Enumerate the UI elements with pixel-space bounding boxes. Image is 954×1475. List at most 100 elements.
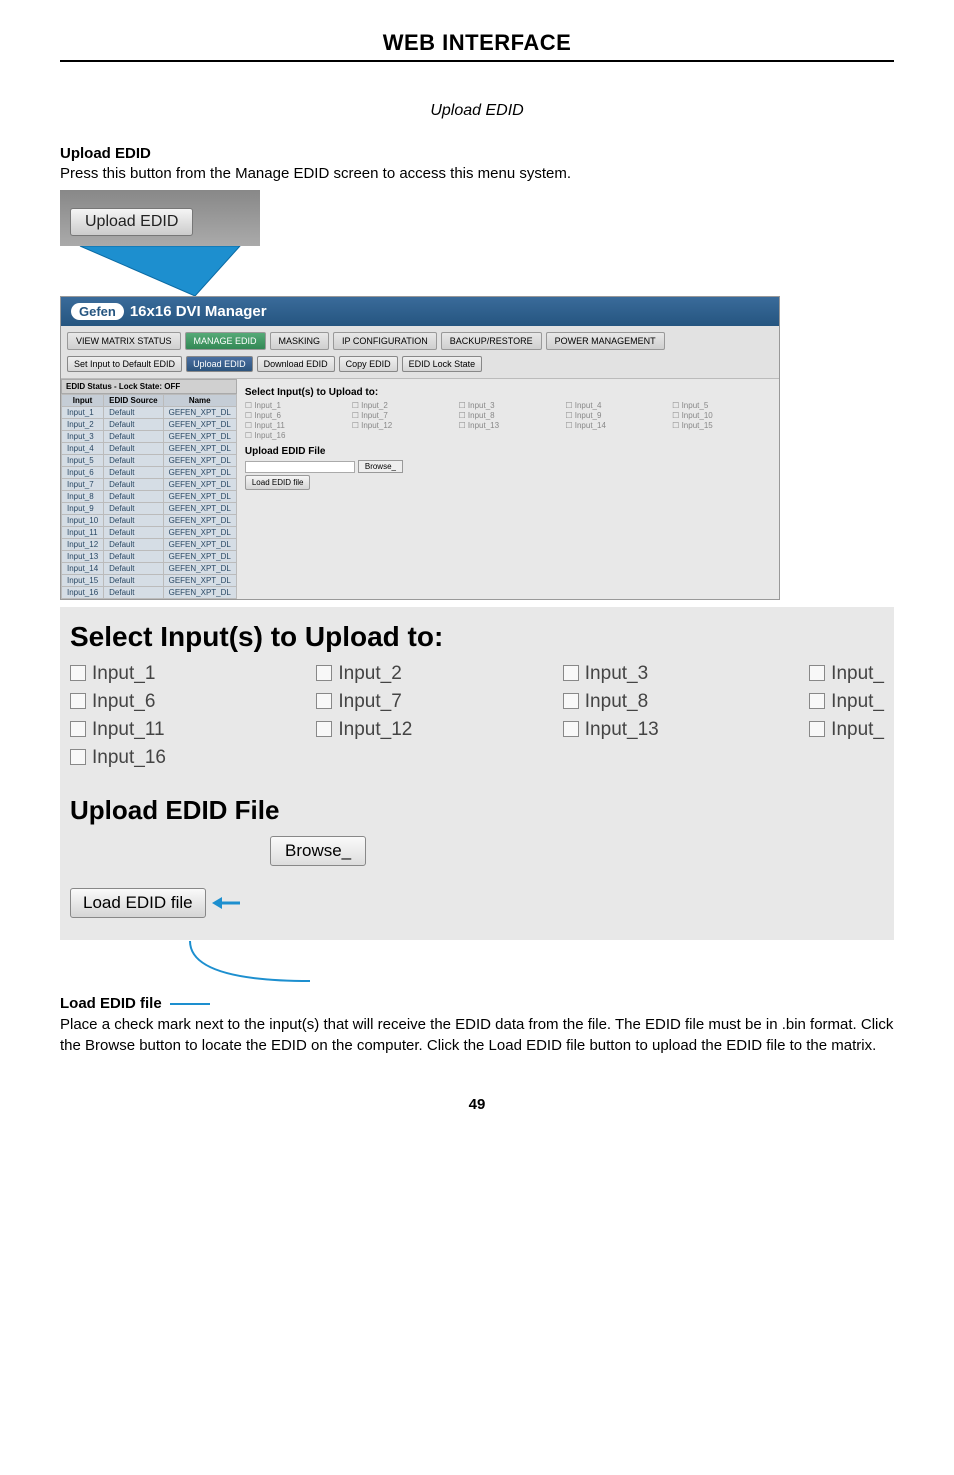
mini-checkbox[interactable]: Input_15	[672, 421, 771, 430]
pointer-arrow-icon	[60, 246, 260, 296]
table-cell: Input_1	[62, 407, 104, 419]
table-cell: GEFEN_XPT_DL	[163, 515, 236, 527]
th-name: Name	[163, 395, 236, 407]
mini-checkbox[interactable]: Input_2	[352, 401, 451, 410]
load-edid-file-button[interactable]: Load EDID file	[70, 888, 206, 918]
upload-edid-button[interactable]: Upload EDID	[70, 208, 193, 236]
table-row: Input_14DefaultGEFEN_XPT_DL	[62, 563, 237, 575]
mini-check-grid: Input_1Input_2Input_3Input_4Input_5Input…	[245, 401, 771, 440]
mini-checkbox[interactable]: Input_16	[245, 431, 344, 440]
mini-checkbox[interactable]: Input_5	[672, 401, 771, 410]
input-checkbox[interactable]: Input_1	[70, 663, 256, 685]
table-row: Input_5DefaultGEFEN_XPT_DL	[62, 455, 237, 467]
table-cell: GEFEN_XPT_DL	[163, 479, 236, 491]
arrow-left-icon	[212, 893, 242, 913]
table-cell: GEFEN_XPT_DL	[163, 575, 236, 587]
content-row: EDID Status - Lock State: OFF Input EDID…	[61, 379, 779, 599]
mini-checkbox[interactable]: Input_9	[565, 411, 664, 420]
table-cell: Default	[104, 539, 163, 551]
input-checkbox[interactable]: Input_13	[563, 719, 749, 741]
upload-chip-container: Upload EDID	[60, 190, 260, 246]
mini-checkbox[interactable]: Input_13	[459, 421, 558, 430]
tab-power-management[interactable]: POWER MANAGEMENT	[546, 332, 665, 350]
mini-checkbox[interactable]: Input_14	[565, 421, 664, 430]
table-cell: Input_3	[62, 431, 104, 443]
subtab-lock-state[interactable]: EDID Lock State	[402, 356, 483, 372]
mini-checkbox[interactable]: Input_12	[352, 421, 451, 430]
table-cell: GEFEN_XPT_DL	[163, 431, 236, 443]
mini-checkbox[interactable]: Input_6	[245, 411, 344, 420]
select-inputs-heading-mini: Select Input(s) to Upload to:	[245, 387, 771, 398]
table-cell: Default	[104, 419, 163, 431]
file-row-mini: Browse_	[245, 460, 771, 473]
mini-checkbox[interactable]: Input_7	[352, 411, 451, 420]
input-checkbox[interactable]: Input_	[809, 691, 884, 713]
table-cell: Input_9	[62, 503, 104, 515]
tab-manage-edid[interactable]: MANAGE EDID	[185, 332, 266, 350]
footer-heading: Load EDID file	[60, 995, 162, 1012]
table-row: Input_16DefaultGEFEN_XPT_DL	[62, 587, 237, 599]
file-input-mini[interactable]	[245, 461, 355, 473]
table-cell: Input_10	[62, 515, 104, 527]
table-row: Input_11DefaultGEFEN_XPT_DL	[62, 527, 237, 539]
table-cell: Default	[104, 587, 163, 599]
table-cell: Input_7	[62, 479, 104, 491]
input-checkbox[interactable]: Input_2	[316, 663, 502, 685]
mini-checkbox[interactable]: Input_3	[459, 401, 558, 410]
browse-button[interactable]: Browse_	[270, 836, 366, 866]
table-cell: Input_13	[62, 551, 104, 563]
table-row: Input_13DefaultGEFEN_XPT_DL	[62, 551, 237, 563]
input-checkbox[interactable]: Input_11	[70, 719, 256, 741]
intro-text: Press this button from the Manage EDID s…	[60, 164, 894, 184]
table-cell: Input_8	[62, 491, 104, 503]
tab-masking[interactable]: MASKING	[270, 332, 330, 350]
input-checkbox[interactable]: Input_6	[70, 691, 256, 713]
table-cell: Input_6	[62, 467, 104, 479]
mini-checkbox[interactable]: Input_4	[565, 401, 664, 410]
callout-curve-icon	[60, 941, 360, 991]
footer-heading-row: Load EDID file	[60, 995, 894, 1012]
input-checkbox[interactable]: Input_12	[316, 719, 502, 741]
table-cell: GEFEN_XPT_DL	[163, 551, 236, 563]
input-checkbox[interactable]: Input_16	[70, 747, 256, 769]
table-cell: Input_5	[62, 455, 104, 467]
tab-ip-configuration[interactable]: IP CONFIGURATION	[333, 332, 437, 350]
left-pane: EDID Status - Lock State: OFF Input EDID…	[61, 379, 237, 599]
edid-table: Input EDID Source Name Input_1DefaultGEF…	[61, 394, 237, 599]
input-checkbox[interactable]: Input_7	[316, 691, 502, 713]
subtab-copy-edid[interactable]: Copy EDID	[339, 356, 398, 372]
mini-checkbox[interactable]: Input_8	[459, 411, 558, 420]
table-cell: Default	[104, 527, 163, 539]
right-pane: Select Input(s) to Upload to: Input_1Inp…	[237, 379, 779, 599]
browse-button-mini[interactable]: Browse_	[358, 460, 403, 473]
subtab-download-edid[interactable]: Download EDID	[257, 356, 335, 372]
table-cell: GEFEN_XPT_DL	[163, 455, 236, 467]
brand-badge: Gefen	[71, 303, 124, 320]
title-rule	[60, 60, 894, 62]
mini-checkbox[interactable]: Input_11	[245, 421, 344, 430]
subtab-set-default[interactable]: Set Input to Default EDID	[67, 356, 182, 372]
edid-status-bar: EDID Status - Lock State: OFF	[61, 379, 237, 394]
mini-checkbox[interactable]: Input_1	[245, 401, 344, 410]
tab-view-matrix[interactable]: VIEW MATRIX STATUS	[67, 332, 181, 350]
table-row: Input_6DefaultGEFEN_XPT_DL	[62, 467, 237, 479]
load-edid-button-mini[interactable]: Load EDID file	[245, 475, 311, 490]
input-checkbox[interactable]: Input_	[809, 719, 884, 741]
table-cell: Default	[104, 431, 163, 443]
table-cell: Input_16	[62, 587, 104, 599]
zoom-panel: Select Input(s) to Upload to: Input_1Inp…	[60, 606, 894, 941]
subtab-upload-edid[interactable]: Upload EDID	[186, 356, 253, 372]
table-cell: GEFEN_XPT_DL	[163, 443, 236, 455]
table-row: Input_15DefaultGEFEN_XPT_DL	[62, 575, 237, 587]
input-checkbox[interactable]: Input_	[809, 663, 884, 685]
mini-checkbox[interactable]: Input_10	[672, 411, 771, 420]
table-cell: GEFEN_XPT_DL	[163, 539, 236, 551]
load-arrow-wrap: Load EDID file	[70, 888, 884, 918]
footer-text: Place a check mark next to the input(s) …	[60, 1014, 894, 1056]
input-checkbox[interactable]: Input_8	[563, 691, 749, 713]
page-number: 49	[60, 1096, 894, 1113]
tab-backup-restore[interactable]: BACKUP/RESTORE	[441, 332, 542, 350]
table-cell: Default	[104, 407, 163, 419]
input-checkbox[interactable]: Input_3	[563, 663, 749, 685]
table-row: Input_10DefaultGEFEN_XPT_DL	[62, 515, 237, 527]
